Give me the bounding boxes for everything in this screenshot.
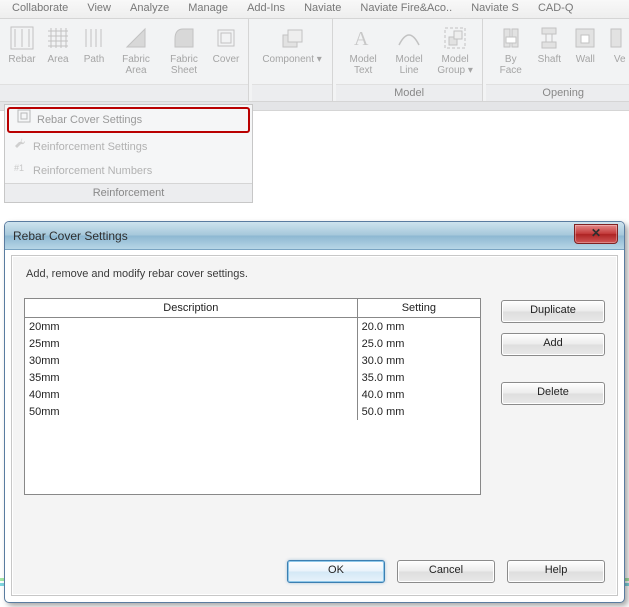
ribbon-panel-opening: By Face Shaft Wall Ve Opening [486, 19, 629, 101]
add-button[interactable]: Add [501, 333, 605, 356]
table-row[interactable]: 20mm 20.0 mm [25, 318, 480, 336]
cover-settings-icon [17, 109, 31, 131]
ribbon-btn-vertical[interactable]: Ve [603, 21, 629, 65]
col-description[interactable]: Description [25, 299, 357, 318]
component-icon [278, 23, 306, 53]
menu-item[interactable]: View [79, 0, 119, 16]
reinf-item-label: Reinforcement Numbers [33, 159, 152, 183]
ribbon-panel-model: A Model Text Model Line Model Group ▾ Mo… [336, 19, 483, 101]
menu-item[interactable]: CAD-Q [530, 0, 581, 16]
cell-description[interactable]: 35mm [25, 369, 357, 386]
menu-item[interactable]: Analyze [122, 0, 177, 16]
cell-setting[interactable]: 35.0 mm [357, 369, 480, 386]
rebar-icon [8, 23, 36, 53]
wall-icon [571, 23, 599, 53]
help-button[interactable]: Help [507, 560, 605, 583]
cell-setting[interactable]: 30.0 mm [357, 352, 480, 369]
area-icon [44, 23, 72, 53]
cell-setting[interactable]: 40.0 mm [357, 386, 480, 403]
table-row[interactable]: 35mm 35.0 mm [25, 369, 480, 386]
dialog-action-buttons: OK Cancel Help [287, 560, 605, 583]
reinf-item-label: Rebar Cover Settings [37, 109, 142, 131]
menu-item[interactable]: Manage [180, 0, 236, 16]
table-row[interactable]: 50mm 50.0 mm [25, 403, 480, 420]
table-row[interactable]: 30mm 30.0 mm [25, 352, 480, 369]
ribbon-btn-fabric-sheet[interactable]: Fabric Sheet [160, 21, 208, 76]
menu-item[interactable]: Add-Ins [239, 0, 293, 16]
ribbon-panel-rebar: Rebar Area Path Fabric Area [0, 19, 249, 101]
vertical-icon [606, 23, 629, 53]
side-buttons: Duplicate Add Delete [501, 298, 605, 405]
ribbon-btn-cover[interactable]: Cover [208, 21, 244, 65]
reinf-panel-title: Reinforcement [5, 183, 252, 202]
menu-item[interactable]: Naviate Fire&Aco.. [352, 0, 460, 16]
dialog-instruction: Add, remove and modify rebar cover setti… [12, 256, 617, 298]
path-icon [80, 23, 108, 53]
menu-item[interactable]: Collaborate [4, 0, 76, 16]
svg-text:#1: #1 [14, 163, 24, 173]
ribbon-btn-area[interactable]: Area [40, 21, 76, 65]
ribbon-btn-path[interactable]: Path [76, 21, 112, 65]
ribbon-btn-shaft[interactable]: Shaft [531, 21, 567, 65]
cover-settings-table[interactable]: Description Setting 20mm 20.0 mm 25mm 25… [24, 298, 481, 495]
ribbon-btn-model-group[interactable]: Model Group ▾ [432, 21, 478, 76]
delete-button[interactable]: Delete [501, 382, 605, 405]
ribbon-panel-component: Component ▾ [252, 19, 333, 101]
col-setting[interactable]: Setting [357, 299, 480, 318]
reinf-item-label: Reinforcement Settings [33, 135, 147, 159]
cell-description[interactable]: 50mm [25, 403, 357, 420]
ribbon: Rebar Area Path Fabric Area [0, 19, 629, 102]
wrench-icon [13, 135, 27, 159]
ok-button[interactable]: OK [287, 560, 385, 583]
cancel-button[interactable]: Cancel [397, 560, 495, 583]
cell-description[interactable]: 40mm [25, 386, 357, 403]
menu-bar: Collaborate View Analyze Manage Add-Ins … [0, 0, 629, 19]
ribbon-btn-model-line[interactable]: Model Line [386, 21, 432, 76]
model-text-icon: A [349, 23, 377, 53]
reinf-item-settings[interactable]: Reinforcement Settings [5, 135, 252, 159]
svg-text:A: A [354, 28, 369, 50]
cell-setting[interactable]: 25.0 mm [357, 335, 480, 352]
rebar-cover-settings-dialog: Rebar Cover Settings ✕ Add, remove and m… [4, 221, 625, 603]
ribbon-btn-by-face[interactable]: By Face [490, 21, 531, 76]
ribbon-btn-wall[interactable]: Wall [567, 21, 603, 65]
fabric-sheet-icon [170, 23, 198, 53]
by-face-icon [497, 23, 525, 53]
model-group-icon [441, 23, 469, 53]
reinforcement-panel: Rebar Cover Settings Reinforcement Setti… [4, 104, 253, 203]
close-button[interactable]: ✕ [574, 224, 618, 244]
cell-description[interactable]: 20mm [25, 318, 357, 336]
reinf-item-cover-settings[interactable]: Rebar Cover Settings [7, 107, 250, 133]
ribbon-btn-fabric-area[interactable]: Fabric Area [112, 21, 160, 76]
duplicate-button[interactable]: Duplicate [501, 300, 605, 323]
ribbon-btn-rebar[interactable]: Rebar [4, 21, 40, 65]
shaft-icon [535, 23, 563, 53]
dialog-titlebar[interactable]: Rebar Cover Settings ✕ [5, 222, 624, 250]
fabric-area-icon [122, 23, 150, 53]
numbers-icon: #1 [13, 159, 27, 183]
menu-item[interactable]: Naviate S [463, 0, 527, 16]
dialog-title: Rebar Cover Settings [13, 229, 128, 243]
ribbon-btn-model-text[interactable]: A Model Text [340, 21, 386, 76]
model-line-icon [395, 23, 423, 53]
close-icon: ✕ [591, 226, 601, 240]
cell-description[interactable]: 25mm [25, 335, 357, 352]
cell-setting[interactable]: 50.0 mm [357, 403, 480, 420]
cover-icon [212, 23, 240, 53]
reinf-item-numbers[interactable]: #1 Reinforcement Numbers [5, 159, 252, 183]
cell-setting[interactable]: 20.0 mm [357, 318, 480, 336]
table-row[interactable]: 25mm 25.0 mm [25, 335, 480, 352]
table-row[interactable]: 40mm 40.0 mm [25, 386, 480, 403]
cell-description[interactable]: 30mm [25, 352, 357, 369]
menu-item[interactable]: Naviate [296, 0, 349, 16]
ribbon-btn-component[interactable]: Component ▾ [259, 21, 325, 65]
dialog-body: Add, remove and modify rebar cover setti… [11, 255, 618, 596]
